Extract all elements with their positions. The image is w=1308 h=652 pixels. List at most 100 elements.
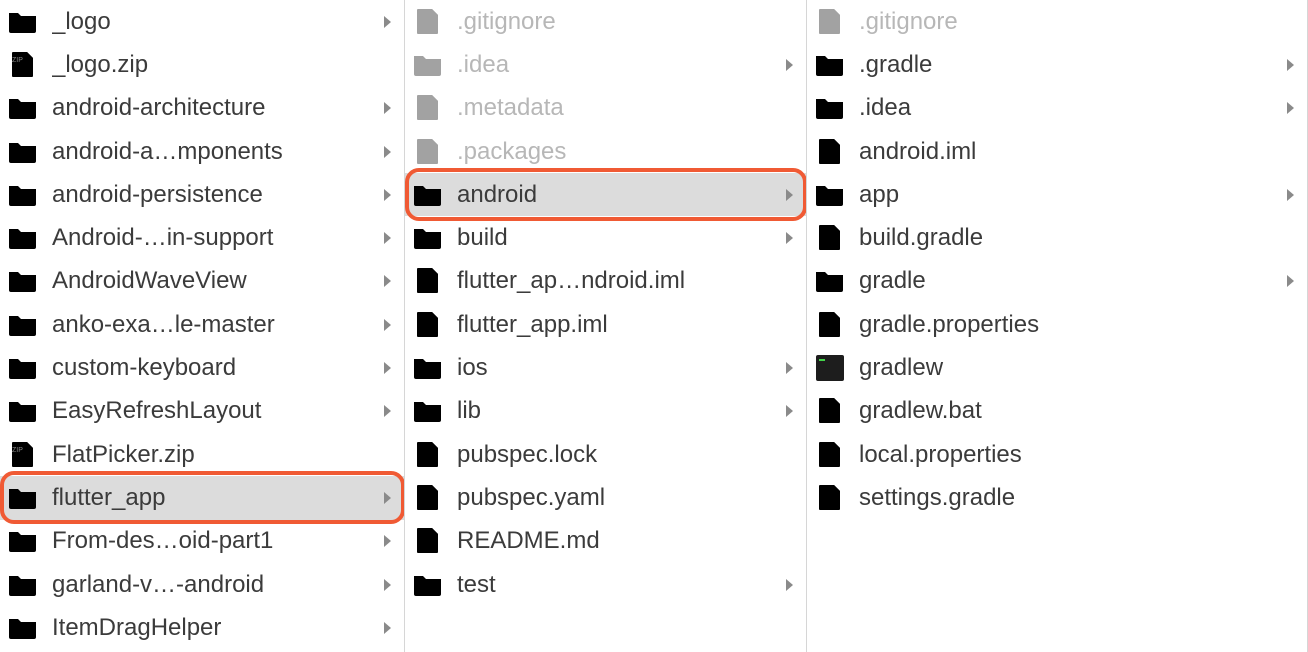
item-label: README.md — [457, 527, 798, 555]
folder-icon — [8, 266, 38, 296]
list-item[interactable]: app — [807, 173, 1307, 216]
file-icon — [413, 137, 443, 167]
list-item[interactable]: .metadata — [405, 87, 806, 130]
list-item[interactable]: android-persistence — [0, 173, 404, 216]
list-item[interactable]: Android-…in-support — [0, 216, 404, 259]
item-label: .idea — [457, 51, 776, 79]
item-label: AndroidWaveView — [52, 267, 374, 295]
list-item[interactable]: AndroidWaveView — [0, 260, 404, 303]
item-label: gradlew.bat — [859, 397, 1299, 425]
item-label: android-a…mponents — [52, 138, 374, 166]
finder-column-1[interactable]: _logoZIP_logo.zipandroid-architectureand… — [0, 0, 405, 652]
chevron-right-icon — [1283, 189, 1299, 201]
list-item[interactable]: ZIPFlatPicker.zip — [0, 433, 404, 476]
file-icon — [815, 223, 845, 253]
list-item[interactable]: .idea — [405, 43, 806, 86]
list-item[interactable]: build — [405, 216, 806, 259]
folder-icon — [815, 266, 845, 296]
list-item[interactable]: pubspec.lock — [405, 433, 806, 476]
folder-icon — [815, 180, 845, 210]
list-item[interactable]: .gitignore — [405, 0, 806, 43]
item-label: gradle — [859, 267, 1277, 295]
list-item[interactable]: build.gradle — [807, 216, 1307, 259]
item-label: test — [457, 571, 776, 599]
list-item[interactable]: gradle — [807, 260, 1307, 303]
list-item[interactable]: lib — [405, 390, 806, 433]
item-label: From-des…oid-part1 — [52, 527, 374, 555]
chevron-right-icon — [380, 579, 396, 591]
file-icon — [413, 526, 443, 556]
list-item[interactable]: .packages — [405, 130, 806, 173]
item-label: flutter_ap…ndroid.iml — [457, 267, 798, 295]
list-item[interactable]: ItemDragHelper — [0, 606, 404, 649]
zip-icon: ZIP — [8, 440, 38, 470]
file-icon — [413, 310, 443, 340]
item-label: _logo — [52, 8, 374, 36]
list-item[interactable]: settings.gradle — [807, 476, 1307, 519]
list-item[interactable]: pubspec.yaml — [405, 476, 806, 519]
file-icon — [815, 310, 845, 340]
list-item[interactable]: anko-exa…le-master — [0, 303, 404, 346]
list-item[interactable]: README.md — [405, 520, 806, 563]
file-icon — [815, 440, 845, 470]
folder-icon — [8, 396, 38, 426]
item-label: .gitignore — [859, 8, 1299, 36]
folder-icon — [413, 396, 443, 426]
file-icon — [815, 483, 845, 513]
list-item[interactable]: android — [405, 173, 806, 216]
item-label: android — [457, 181, 776, 209]
list-item[interactable]: .gradle — [807, 43, 1307, 86]
list-item[interactable]: android-a…mponents — [0, 130, 404, 173]
item-label: gradle.properties — [859, 311, 1299, 339]
chevron-right-icon — [782, 189, 798, 201]
list-item[interactable]: garland-v…-android — [0, 563, 404, 606]
folder-icon — [815, 50, 845, 80]
list-item[interactable]: _logo — [0, 0, 404, 43]
list-item[interactable]: EasyRefreshLayout — [0, 390, 404, 433]
list-item[interactable]: ZIP_logo.zip — [0, 43, 404, 86]
list-item[interactable]: gradlew — [807, 346, 1307, 389]
item-label: ios — [457, 354, 776, 382]
chevron-right-icon — [380, 189, 396, 201]
list-item[interactable]: android.iml — [807, 130, 1307, 173]
chevron-right-icon — [782, 579, 798, 591]
item-label: .gradle — [859, 51, 1277, 79]
item-label: android-persistence — [52, 181, 374, 209]
list-item[interactable]: local.properties — [807, 433, 1307, 476]
list-item[interactable]: custom-keyboard — [0, 346, 404, 389]
list-item[interactable]: android-architecture — [0, 87, 404, 130]
item-label: android.iml — [859, 138, 1299, 166]
chevron-right-icon — [380, 275, 396, 287]
folder-icon — [8, 223, 38, 253]
list-item[interactable]: ios — [405, 346, 806, 389]
chevron-right-icon — [380, 535, 396, 547]
list-item[interactable]: .idea — [807, 87, 1307, 130]
chevron-right-icon — [782, 362, 798, 374]
item-label: _logo.zip — [52, 51, 396, 79]
item-label: settings.gradle — [859, 484, 1299, 512]
chevron-right-icon — [1283, 275, 1299, 287]
list-item[interactable]: flutter_ap…ndroid.iml — [405, 260, 806, 303]
list-item[interactable]: gradle.properties — [807, 303, 1307, 346]
chevron-right-icon — [380, 16, 396, 28]
file-icon — [413, 7, 443, 37]
item-label: pubspec.lock — [457, 441, 798, 469]
finder-column-2[interactable]: .gitignore .idea .metadata .packages android… — [405, 0, 807, 652]
exec-icon — [815, 353, 845, 383]
list-item[interactable]: .gitignore — [807, 0, 1307, 43]
item-label: .gitignore — [457, 8, 798, 36]
item-label: flutter_app — [52, 484, 374, 512]
finder-column-3[interactable]: .gitignore .gradle .idea android.iml app buil… — [807, 0, 1307, 652]
item-label: .metadata — [457, 94, 798, 122]
item-label: app — [859, 181, 1277, 209]
chevron-right-icon — [1283, 59, 1299, 71]
list-item[interactable]: flutter_app — [0, 476, 404, 519]
file-icon — [413, 483, 443, 513]
list-item[interactable]: flutter_app.iml — [405, 303, 806, 346]
item-label: lib — [457, 397, 776, 425]
list-item[interactable]: test — [405, 563, 806, 606]
chevron-right-icon — [380, 362, 396, 374]
chevron-right-icon — [782, 232, 798, 244]
list-item[interactable]: gradlew.bat — [807, 390, 1307, 433]
list-item[interactable]: From-des…oid-part1 — [0, 520, 404, 563]
